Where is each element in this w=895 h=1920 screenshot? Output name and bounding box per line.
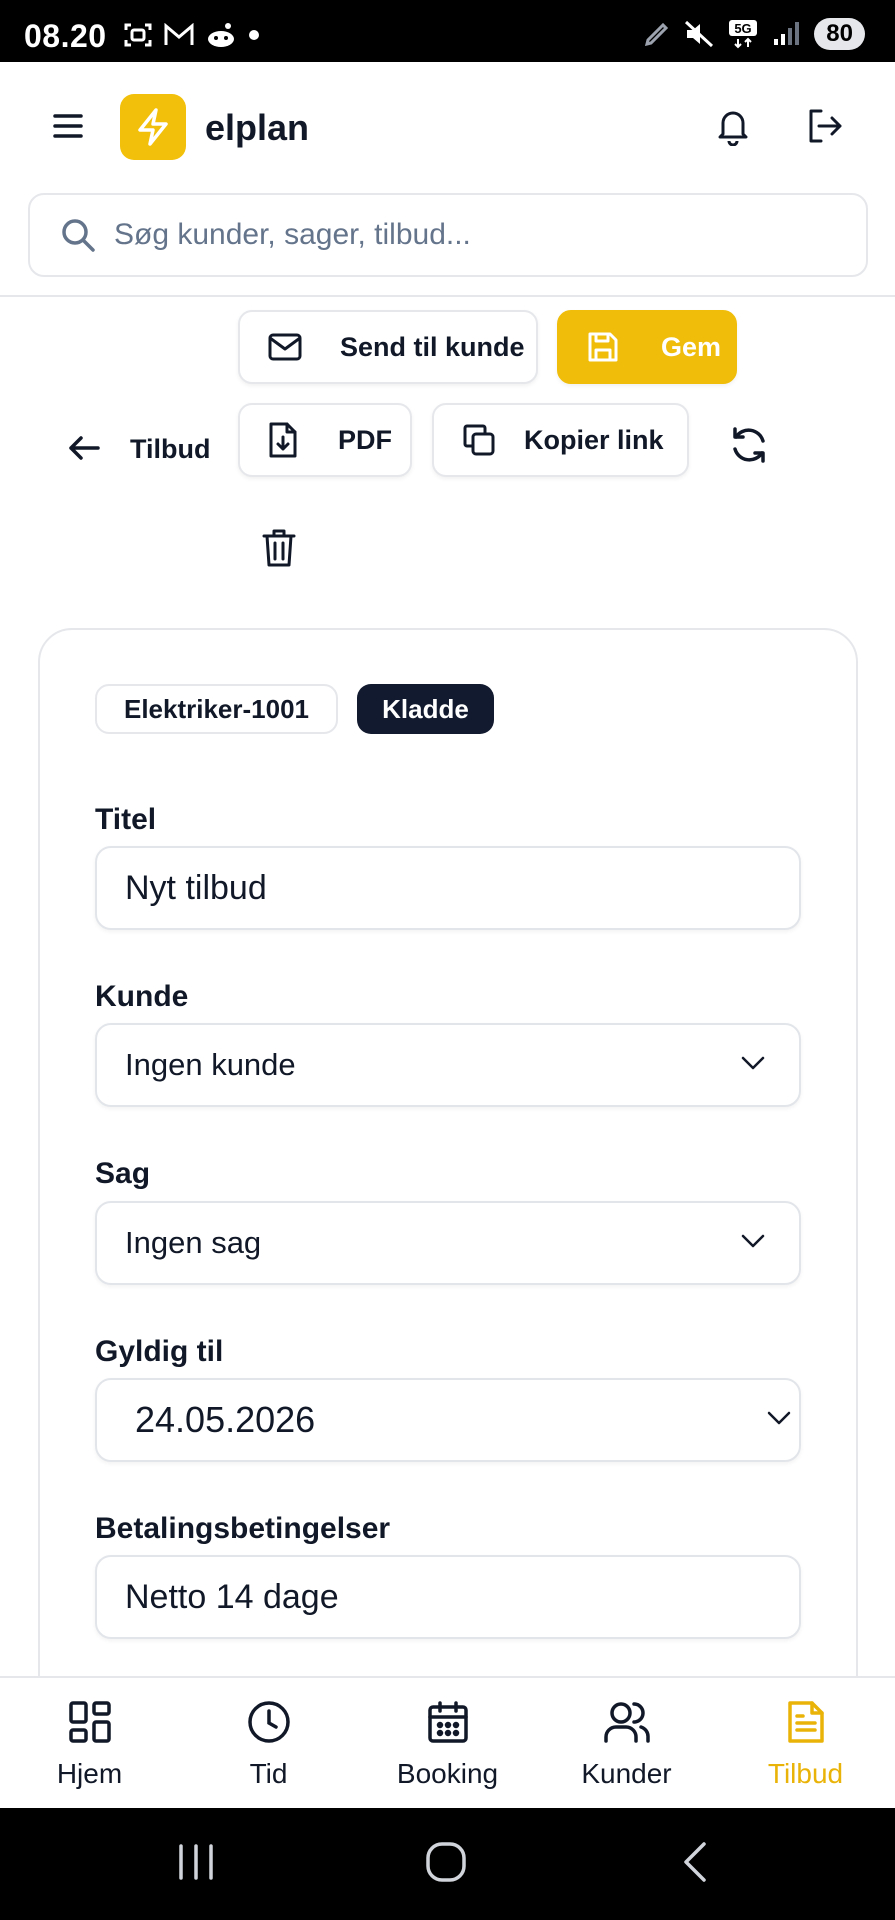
save-icon bbox=[587, 331, 619, 363]
pdf-button[interactable]: PDF bbox=[238, 403, 412, 477]
status-badge: Kladde bbox=[357, 684, 494, 734]
app-logo bbox=[120, 94, 186, 160]
status-system-icons: 5G 80 bbox=[644, 18, 865, 50]
bottom-navigation: Hjem Tid Booking Kunder Tilbud bbox=[0, 1676, 895, 1808]
pdf-label: PDF bbox=[338, 424, 392, 455]
chevron-down-icon bbox=[741, 1234, 765, 1248]
pen-icon bbox=[645, 22, 669, 47]
search-input[interactable] bbox=[114, 218, 814, 252]
back-icon[interactable] bbox=[680, 1840, 712, 1884]
refresh-icon[interactable] bbox=[728, 424, 770, 466]
nav-label: Kunder bbox=[581, 1758, 672, 1789]
nav-label: Tilbud bbox=[767, 1758, 844, 1789]
android-navigation-bar bbox=[0, 1808, 895, 1920]
payment-terms-value: Netto 14 dage bbox=[125, 1577, 339, 1616]
bell-icon[interactable] bbox=[714, 106, 752, 146]
recent-apps-icon[interactable] bbox=[176, 1840, 216, 1884]
title-value: Nyt tilbud bbox=[125, 868, 267, 907]
title-label: Titel bbox=[95, 803, 157, 836]
dot-icon bbox=[249, 30, 259, 40]
file-download-icon bbox=[268, 422, 298, 458]
case-label: Sag bbox=[95, 1157, 151, 1190]
brand-name: elplan bbox=[205, 107, 310, 148]
menu-icon[interactable] bbox=[52, 112, 84, 140]
users-icon bbox=[603, 1702, 650, 1743]
nav-item-booking[interactable]: Booking bbox=[358, 1678, 537, 1810]
chevron-down-icon bbox=[767, 1411, 791, 1425]
nav-label: Booking bbox=[396, 1758, 499, 1789]
gmail-icon bbox=[164, 23, 194, 45]
chevron-down-icon bbox=[741, 1056, 765, 1070]
nav-item-kunder[interactable]: Kunder bbox=[537, 1678, 716, 1810]
quote-number-chip: Elektriker-1001 bbox=[95, 684, 338, 734]
search-bar[interactable] bbox=[28, 193, 868, 277]
nav-item-hjem[interactable]: Hjem bbox=[0, 1678, 179, 1810]
calendar-icon bbox=[427, 1701, 468, 1743]
header-divider bbox=[0, 295, 895, 297]
svg-text:5G: 5G bbox=[735, 21, 752, 36]
logout-icon[interactable] bbox=[806, 106, 844, 146]
status-time: 08.20 bbox=[24, 18, 107, 54]
status-bar: 08.20 5G 80 bbox=[0, 0, 895, 62]
lightning-icon bbox=[138, 108, 168, 146]
nav-item-tid[interactable]: Tid bbox=[179, 1678, 358, 1810]
case-value: Ingen sag bbox=[125, 1225, 262, 1260]
copy-link-label: Kopier link bbox=[524, 424, 664, 455]
nav-label: Hjem bbox=[56, 1758, 123, 1789]
copy-icon bbox=[462, 423, 496, 457]
send-to-customer-label: Send til kunde bbox=[340, 331, 525, 362]
battery-indicator: 80 bbox=[814, 18, 865, 50]
search-icon bbox=[62, 219, 95, 252]
mute-icon bbox=[685, 20, 714, 48]
save-label: Gem bbox=[661, 331, 722, 362]
grid-icon bbox=[68, 1701, 111, 1743]
title-input[interactable]: Nyt tilbud bbox=[95, 846, 801, 930]
arrow-left-icon[interactable] bbox=[66, 430, 102, 466]
trash-icon[interactable] bbox=[262, 528, 296, 568]
valid-until-value: 24.05.2026 bbox=[135, 1399, 316, 1440]
mail-icon bbox=[268, 333, 302, 361]
document-icon bbox=[787, 1701, 824, 1743]
case-select[interactable]: Ingen sag bbox=[95, 1201, 801, 1285]
back-label[interactable]: Tilbud bbox=[130, 434, 211, 465]
payment-terms-label: Betalingsbetingelser bbox=[95, 1512, 391, 1545]
home-icon[interactable] bbox=[424, 1840, 468, 1884]
valid-until-date-input[interactable]: 24.05.2026 bbox=[95, 1378, 801, 1462]
app-header: elplan bbox=[0, 62, 895, 192]
signal-icon bbox=[774, 22, 800, 45]
customer-label: Kunde bbox=[95, 980, 189, 1013]
copy-link-button[interactable]: Kopier link bbox=[432, 403, 689, 477]
send-to-customer-button[interactable]: Send til kunde bbox=[238, 310, 538, 384]
nav-item-tilbud[interactable]: Tilbud bbox=[716, 1678, 895, 1810]
5g-icon: 5G bbox=[729, 20, 758, 49]
nav-label: Tid bbox=[249, 1758, 288, 1789]
screenshot-icon bbox=[124, 23, 152, 47]
clock-icon bbox=[247, 1701, 290, 1743]
reddit-icon bbox=[208, 23, 234, 47]
payment-terms-input[interactable]: Netto 14 dage bbox=[95, 1555, 801, 1639]
valid-until-label: Gyldig til bbox=[95, 1335, 224, 1368]
customer-value: Ingen kunde bbox=[125, 1047, 296, 1082]
save-button[interactable]: Gem bbox=[557, 310, 737, 384]
status-notification-icons bbox=[124, 22, 260, 48]
customer-select[interactable]: Ingen kunde bbox=[95, 1023, 801, 1107]
